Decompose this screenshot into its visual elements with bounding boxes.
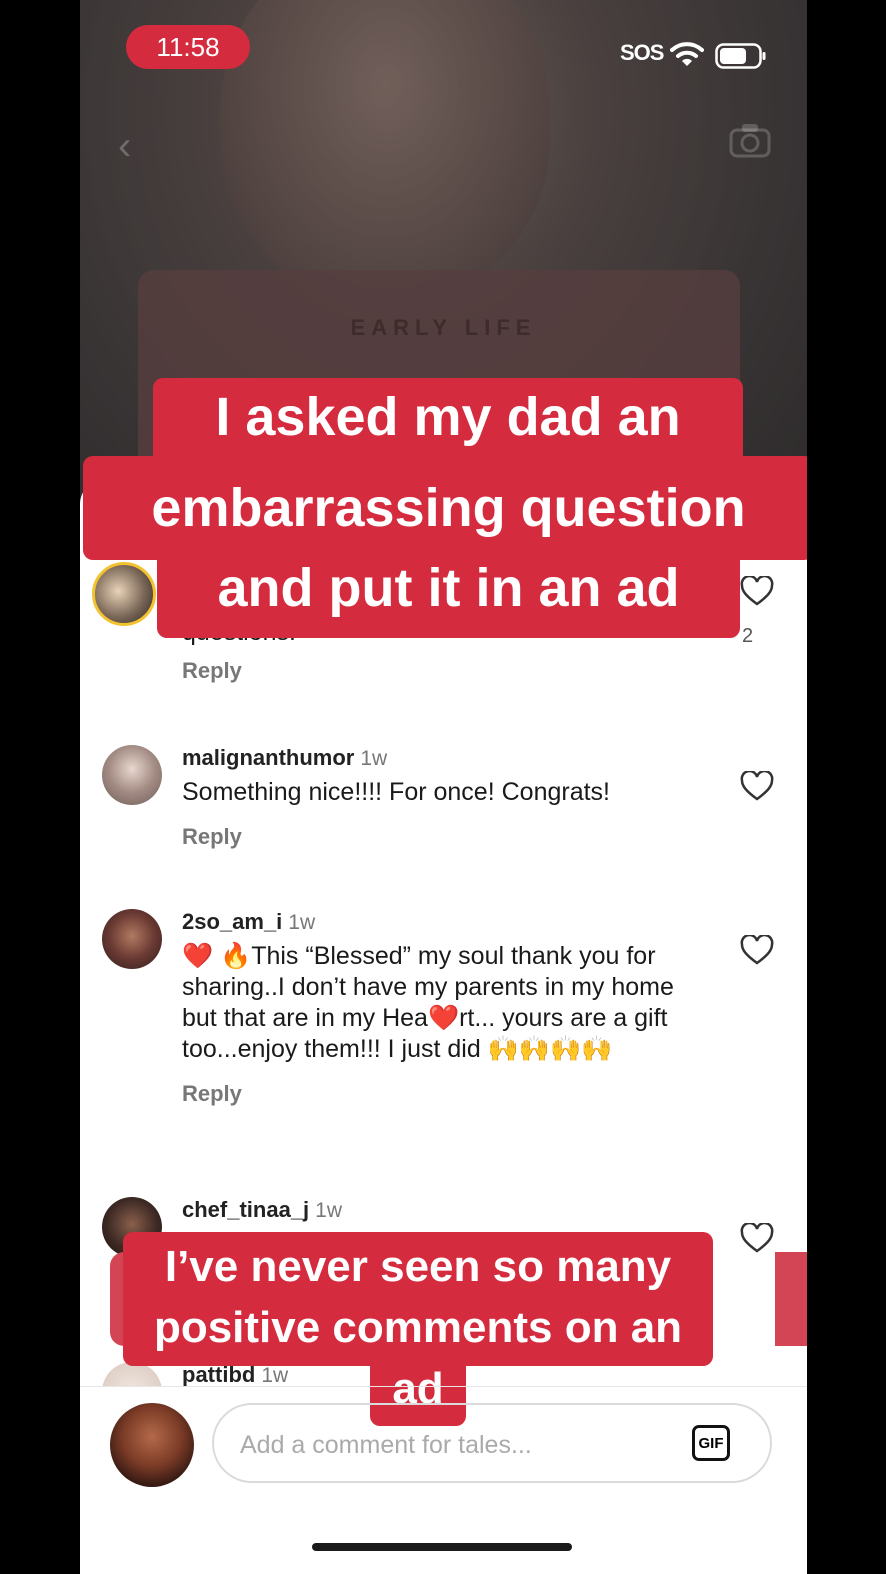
caption-line: positive comments on an [123,1296,713,1366]
comment-text: Something nice!!!! For once! Congrats! [182,778,610,806]
my-avatar[interactable] [110,1403,194,1487]
divider [80,1386,807,1387]
back-icon[interactable]: ‹ [118,124,131,169]
comment-input-box[interactable]: GIF [212,1403,772,1483]
status-time: 11:58 [126,25,250,69]
next-button[interactable]: › [775,1252,807,1346]
home-indicator[interactable] [312,1543,572,1551]
wifi-icon [670,42,704,66]
comment-time: 1w [261,1364,289,1386]
heart-icon[interactable] [740,771,774,801]
comment-time: 1w [360,747,388,770]
comment-username[interactable]: 2so_am_i [182,909,282,934]
caption-line: and put it in an ad [157,548,740,638]
heart-icon[interactable] [740,1223,774,1253]
camera-icon[interactable] [729,122,771,158]
reply-button[interactable]: Reply [182,824,762,850]
app-screen: EARLY LIFE ‹ 11:58 SOS questions! Reply … [80,0,807,1574]
comment-username[interactable]: malignanthumor [182,745,354,770]
heart-icon[interactable] [740,576,774,606]
comment-text: ❤️ 🔥This “Blessed” my soul thank you for… [182,942,674,1063]
caption-line: I asked my dad an [153,378,743,456]
battery-icon [715,43,766,69]
comment-input[interactable] [238,1425,662,1465]
comment-time: 1w [288,911,316,934]
avatar[interactable] [102,745,162,805]
caption-line: embarrassing question [83,456,807,560]
comment-time: 1w [315,1199,343,1222]
reply-button[interactable]: Reply [182,1081,762,1107]
caption-line: I’ve never seen so many [123,1232,713,1296]
caption-tab [110,1252,124,1346]
heart-icon[interactable] [740,935,774,965]
avatar[interactable] [102,909,162,969]
like-count: 2 [742,625,754,647]
gif-button[interactable]: GIF [692,1425,730,1461]
avatar[interactable] [92,562,156,626]
comment-username[interactable]: chef_tinaa_j [182,1197,309,1222]
sos-indicator: SOS [620,40,664,65]
reply-button[interactable]: Reply [182,658,762,684]
